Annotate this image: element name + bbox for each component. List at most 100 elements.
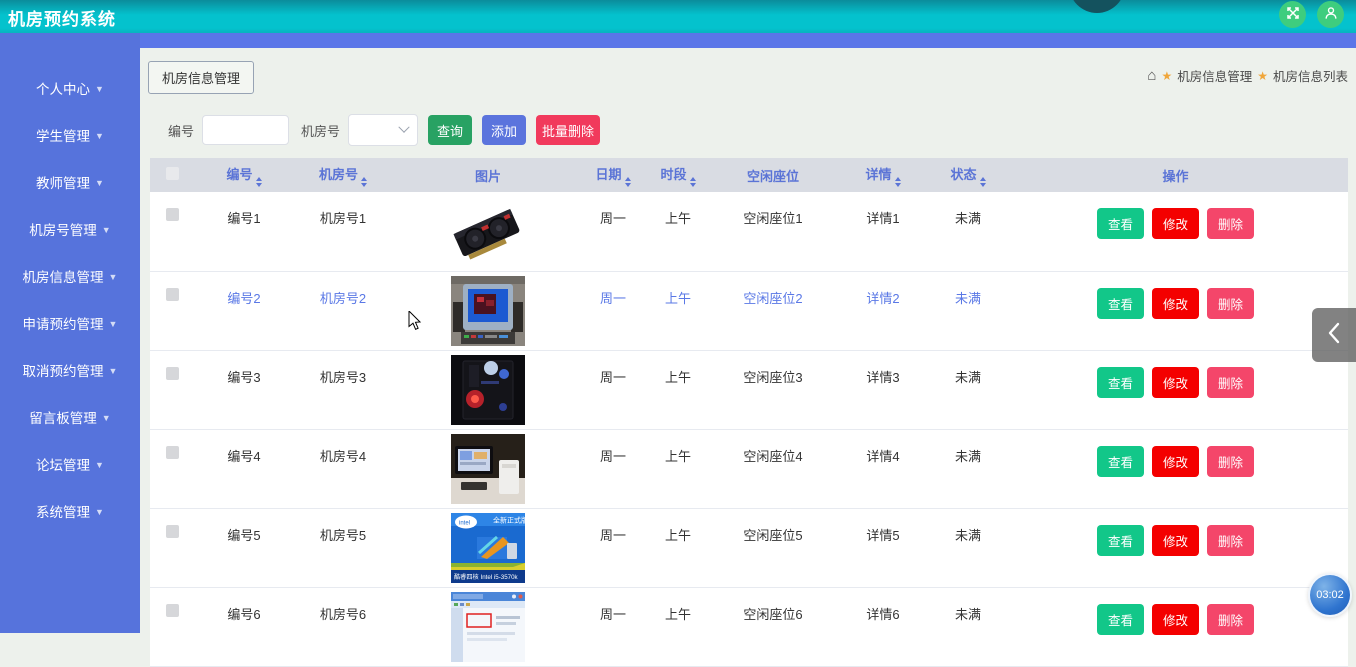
- edit-button[interactable]: 修改: [1152, 288, 1199, 319]
- table-row[interactable]: 编号4机房号4周一上午空闲座位4详情4未满查看修改删除: [150, 429, 1348, 508]
- cell-id: 编号6: [195, 587, 293, 666]
- sort-icon[interactable]: [625, 177, 631, 187]
- sidebar-item-label: 教师管理: [36, 172, 90, 192]
- sidebar-item-label: 申请预约管理: [23, 313, 104, 333]
- table-row[interactable]: 编号3机房号3周一上午空闲座位3详情3未满查看修改删除: [150, 350, 1348, 429]
- batch-delete-button[interactable]: 批量删除: [536, 115, 600, 145]
- cell-detail: 详情3: [833, 350, 933, 429]
- fullscreen-button[interactable]: [1279, 1, 1306, 28]
- row-checkbox[interactable]: [166, 446, 179, 459]
- app-header: 机房预约系统: [0, 0, 1356, 33]
- video-timestamp[interactable]: 03:02: [1308, 573, 1352, 617]
- select-all-checkbox[interactable]: [166, 167, 179, 180]
- delete-button[interactable]: 删除: [1207, 367, 1254, 398]
- table-row[interactable]: 编号1机房号1周一上午空闲座位1详情1未满查看修改删除: [150, 192, 1348, 271]
- column-header-label: 日期: [595, 167, 621, 182]
- cell-room: 机房号4: [293, 429, 393, 508]
- sidebar-item-5[interactable]: 申请预约管理 ▼: [0, 299, 140, 346]
- column-header[interactable]: 详情: [833, 158, 933, 192]
- view-button[interactable]: 查看: [1097, 446, 1144, 477]
- user-button[interactable]: [1317, 1, 1344, 28]
- cell-image: 全新正式版intel酷睿四核 Intel i5-3570k: [393, 508, 583, 587]
- sidebar-item-7[interactable]: 留言板管理▼: [0, 393, 140, 440]
- view-button[interactable]: 查看: [1097, 367, 1144, 398]
- sidebar-item-2[interactable]: 教师管理▼: [0, 158, 140, 205]
- view-button[interactable]: 查看: [1097, 604, 1144, 635]
- row-checkbox[interactable]: [166, 604, 179, 617]
- edit-button[interactable]: 修改: [1152, 208, 1199, 239]
- cell-period: 上午: [643, 192, 713, 271]
- view-button[interactable]: 查看: [1097, 288, 1144, 319]
- row-checkbox-cell: [150, 429, 195, 508]
- sidebar-item-label: 机房号管理: [29, 219, 97, 239]
- view-button[interactable]: 查看: [1097, 525, 1144, 556]
- cell-actions: 查看修改删除: [1003, 350, 1348, 429]
- room-filter-select[interactable]: [348, 114, 418, 146]
- delete-button[interactable]: 删除: [1207, 604, 1254, 635]
- id-filter-input[interactable]: [202, 115, 289, 145]
- page-tab[interactable]: 机房信息管理: [148, 61, 254, 94]
- filter-bar: 编号 机房号 查询 添加 批量删除: [168, 115, 600, 145]
- column-header[interactable]: 机房号: [293, 158, 393, 192]
- table-row[interactable]: 编号5机房号5全新正式版intel酷睿四核 Intel i5-3570k周一上午…: [150, 508, 1348, 587]
- sort-icon[interactable]: [361, 177, 367, 187]
- edit-button[interactable]: 修改: [1152, 367, 1199, 398]
- sort-icon[interactable]: [895, 177, 901, 187]
- delete-button[interactable]: 删除: [1207, 208, 1254, 239]
- add-button[interactable]: 添加: [482, 115, 526, 145]
- cell-seats: 空闲座位4: [713, 429, 833, 508]
- sidebar-item-4[interactable]: 机房信息管理▼: [0, 252, 140, 299]
- delete-button[interactable]: 删除: [1207, 288, 1254, 319]
- sidebar-item-8[interactable]: 论坛管理▼: [0, 440, 140, 487]
- row-checkbox[interactable]: [166, 208, 179, 221]
- row-checkbox[interactable]: [166, 367, 179, 380]
- edit-button[interactable]: 修改: [1152, 446, 1199, 477]
- room-image: [451, 197, 525, 267]
- table-header: 编号机房号图片日期时段空闲座位详情状态操作: [150, 158, 1348, 192]
- breadcrumb-item[interactable]: 机房信息管理: [1177, 66, 1252, 85]
- view-button[interactable]: 查看: [1097, 208, 1144, 239]
- column-header[interactable]: 编号: [195, 158, 293, 192]
- sidebar-item-label: 论坛管理: [36, 454, 90, 474]
- column-header[interactable]: 状态: [933, 158, 1003, 192]
- column-header[interactable]: 日期: [583, 158, 643, 192]
- delete-button[interactable]: 删除: [1207, 525, 1254, 556]
- cell-image: [393, 587, 583, 666]
- cell-status: 未满: [933, 429, 1003, 508]
- search-button[interactable]: 查询: [428, 115, 472, 145]
- sort-icon[interactable]: [980, 177, 986, 187]
- sidebar-item-1[interactable]: 学生管理▼: [0, 111, 140, 158]
- cell-date: 周一: [583, 350, 643, 429]
- sidebar-item-6[interactable]: 取消预约管理▼: [0, 346, 140, 393]
- sort-icon[interactable]: [690, 177, 696, 187]
- home-icon[interactable]: ⌂: [1147, 68, 1156, 83]
- table-row[interactable]: 编号6机房号6周一上午空闲座位6详情6未满查看修改删除: [150, 587, 1348, 666]
- cell-id: 编号3: [195, 350, 293, 429]
- collapse-panel-button[interactable]: [1312, 308, 1356, 362]
- room-image: 全新正式版intel酷睿四核 Intel i5-3570k: [451, 513, 525, 583]
- column-header-label: 图片: [475, 169, 501, 184]
- breadcrumb-item[interactable]: 机房信息列表: [1273, 66, 1348, 85]
- column-header-label: 操作: [1162, 169, 1188, 184]
- cell-room: 机房号5: [293, 508, 393, 587]
- cell-seats: 空闲座位2: [713, 271, 833, 350]
- delete-button[interactable]: 删除: [1207, 446, 1254, 477]
- edit-button[interactable]: 修改: [1152, 604, 1199, 635]
- table-row[interactable]: 编号2机房号2周一上午空闲座位2详情2未满查看修改删除: [150, 271, 1348, 350]
- cell-detail: 详情2: [833, 271, 933, 350]
- sidebar-item-9[interactable]: 系统管理▼: [0, 487, 140, 534]
- room-image: [451, 276, 525, 346]
- edit-button[interactable]: 修改: [1152, 525, 1199, 556]
- cell-room: 机房号2: [293, 271, 393, 350]
- sort-icon[interactable]: [256, 177, 262, 187]
- sidebar-item-0[interactable]: 个人中心▼: [0, 64, 140, 111]
- row-checkbox[interactable]: [166, 288, 179, 301]
- cell-actions: 查看修改删除: [1003, 587, 1348, 666]
- chevron-down-icon: ▼: [109, 319, 118, 329]
- cell-room: 机房号6: [293, 587, 393, 666]
- room-image: [451, 592, 525, 662]
- column-header[interactable]: 时段: [643, 158, 713, 192]
- svg-text:酷睿四核 Intel i5-3570k: 酷睿四核 Intel i5-3570k: [454, 573, 519, 581]
- row-checkbox[interactable]: [166, 525, 179, 538]
- sidebar-item-3[interactable]: 机房号管理▼: [0, 205, 140, 252]
